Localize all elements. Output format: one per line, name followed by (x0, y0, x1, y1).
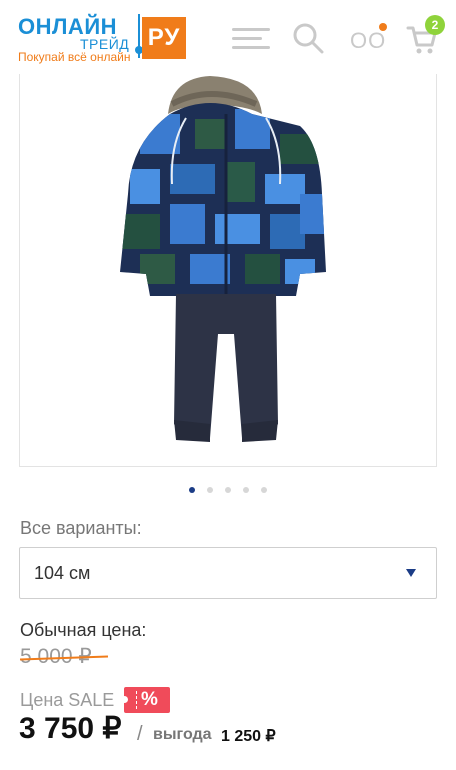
chevron-down-icon (406, 569, 416, 577)
sale-badge: % (121, 687, 170, 713)
search-icon[interactable] (292, 22, 324, 54)
sale-price-label: Цена SALE (20, 690, 115, 710)
variants-label: Все варианты: (20, 518, 142, 538)
logo-box: РУ (142, 17, 186, 59)
sale-badge-notch (121, 696, 128, 703)
regular-price-label: Обычная цена: (20, 620, 147, 640)
cart-button[interactable]: 2 (406, 15, 446, 56)
menu-icon[interactable] (232, 28, 270, 50)
site-logo[interactable]: ОНЛАЙН ТРЕЙД Покупай всё онлайн РУ (18, 14, 188, 66)
product-image-card[interactable] (19, 74, 437, 467)
price-separator: / (137, 723, 143, 745)
price-row: 3 750 ₽ / выгода 1 250 ₽ (19, 711, 449, 751)
compare-icon: OO (350, 28, 387, 53)
gallery-dot[interactable] (207, 487, 213, 493)
size-select-value: 104 см (34, 563, 91, 583)
size-select[interactable]: 104 см (19, 547, 437, 599)
benefit-value: 1 250 ₽ (221, 728, 276, 745)
percent-icon: % (141, 689, 158, 710)
gallery-dot[interactable] (261, 487, 267, 493)
menu-line (232, 46, 270, 49)
gallery-dot[interactable] (225, 487, 231, 493)
gallery-dot[interactable] (243, 487, 249, 493)
gallery-dot-active[interactable] (189, 487, 195, 493)
compare-notification-dot (379, 23, 387, 31)
compare-button[interactable]: OO (348, 23, 388, 56)
product-image (120, 76, 326, 442)
menu-line (232, 28, 270, 31)
site-header: ОНЛАЙН ТРЕЙД Покупай всё онлайн РУ OO 2 (0, 0, 456, 74)
current-price: 3 750 ₽ (19, 712, 122, 745)
benefit-label: выгода (153, 726, 212, 743)
cart-count-badge: 2 (425, 15, 445, 35)
menu-line (232, 37, 262, 40)
gallery-pagination (0, 484, 456, 496)
logo-tagline: Покупай всё онлайн (18, 50, 131, 64)
sale-badge-divider (136, 691, 137, 709)
